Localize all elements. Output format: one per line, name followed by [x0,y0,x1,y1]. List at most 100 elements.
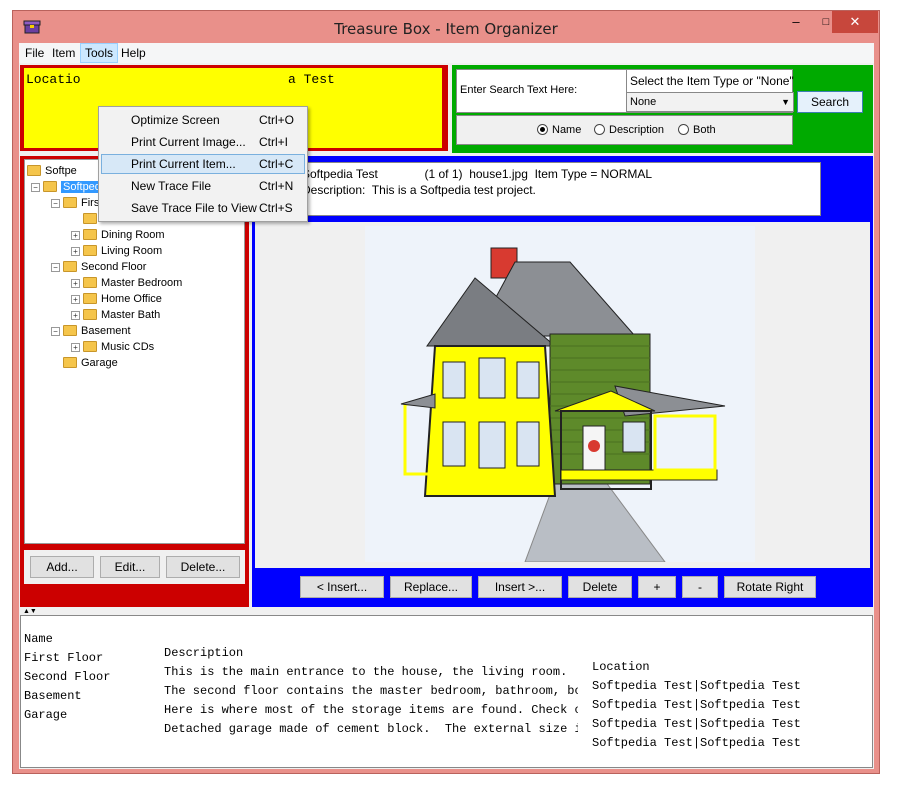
item-type-select[interactable]: None ▼ [626,92,794,112]
folder-icon [63,197,77,208]
close-button[interactable]: ✕ [832,11,878,33]
folder-icon [83,293,97,304]
menu-optimize-screen[interactable]: Optimize Screen Ctrl+O [101,110,305,130]
location-suffix: a Test [288,72,335,87]
header-description[interactable]: Description [164,646,578,660]
folder-icon [83,277,97,288]
radio-both[interactable]: Both [678,124,716,136]
tree-node[interactable]: − Basement [51,323,131,339]
menu-bar: File Item Tools Help [19,43,874,63]
menu-print-current-image[interactable]: Print Current Image... Ctrl+I [101,132,305,152]
tree-node[interactable]: + Master Bedroom [71,275,182,291]
delete-node-button[interactable]: Delete... [166,556,240,578]
menu-save-trace-file[interactable]: Save Trace File to View Ctrl+S [101,198,305,218]
tree-node[interactable]: − Second Floor [51,259,146,275]
item-description-line: Description: This is a Softpedia test pr… [302,183,536,197]
delete-image-button[interactable]: Delete [568,576,632,598]
folder-icon [43,181,57,192]
menu-new-trace-file[interactable]: New Trace File Ctrl+N [101,176,305,196]
cell-location: Softpedia Test|Softpedia Test [592,698,801,712]
cell-name: Garage [24,708,68,722]
zoom-out-button[interactable]: - [682,576,718,598]
cell-location: Softpedia Test|Softpedia Test [592,717,801,731]
search-panel: Enter Search Text Here: Select the Item … [452,65,873,153]
list-item[interactable]: Basement Here is where most of the stora… [24,675,801,731]
tree-node[interactable]: + Home Office [71,291,162,307]
expander-icon[interactable]: + [71,311,80,320]
menu-print-current-item[interactable]: Print Current Item... Ctrl+C [101,154,305,174]
expander-icon[interactable]: − [51,327,60,336]
expander-icon[interactable]: − [31,183,40,192]
chevron-down-icon[interactable]: ▼ [781,93,790,111]
menu-help[interactable]: Help [117,43,150,63]
folder-icon [83,309,97,320]
tree-node[interactable]: Garage [51,355,118,371]
cell-location: Softpedia Test|Softpedia Test [592,736,801,750]
item-info-box: Softpedia Test (1 of 1) house1.jpg Item … [298,162,821,216]
leaf-spacer [51,357,60,366]
header-location[interactable]: Location [592,660,650,674]
replace-button[interactable]: Replace... [390,576,472,598]
edit-button[interactable]: Edit... [100,556,160,578]
list-item[interactable]: Second Floor The second floor contains t… [24,656,801,712]
menu-file[interactable]: File [21,43,48,63]
item-panel: Softpedia Test (1 of 1) house1.jpg Item … [252,156,873,607]
item-type-value: None [630,96,657,108]
radio-empty-icon [678,124,689,135]
item-type-label: Select the Item Type or "None" [626,70,794,92]
tree-node-label: Master Bedroom [101,277,183,289]
cell-location: Softpedia Test|Softpedia Test [592,679,801,693]
add-button[interactable]: Add... [30,556,94,578]
tools-menu: Optimize Screen Ctrl+O Print Current Imag… [98,106,308,222]
folder-icon [83,245,97,256]
folder-icon [83,341,97,352]
folder-icon [83,229,97,240]
menu-item[interactable]: Item [48,43,79,63]
tree-node[interactable]: + Dining Room [71,227,165,243]
search-button[interactable]: Search [797,91,863,113]
cell-description: This is the main entrance to the house, … [164,665,578,679]
radio-description[interactable]: Description [594,124,664,136]
zoom-in-button[interactable]: + [638,576,676,598]
folder-icon [83,213,97,224]
tree-node[interactable]: + Living Room [71,243,162,259]
expander-icon[interactable]: + [71,247,80,256]
menu-tools[interactable]: Tools [80,43,119,63]
cell-description: Here is where most of the storage items … [164,703,578,717]
minimize-button[interactable]: – [781,11,811,33]
list-item[interactable]: First Floor This is the main entrance to… [24,637,801,693]
image-button-bar: < Insert... Replace... Insert >... Delet… [255,571,870,604]
tree-node[interactable]: + Music CDs [71,339,154,355]
expander-icon[interactable]: − [51,263,60,272]
expander-icon[interactable]: + [71,343,80,352]
insert-before-button[interactable]: < Insert... [300,576,384,598]
item-info-line: Softpedia Test (1 of 1) house1.jpg Item … [302,167,653,181]
tree-root[interactable]: Softpe [27,163,77,179]
tree-node[interactable]: + Master Bath [71,307,160,323]
tree-node-label: Music CDs [101,341,155,353]
radio-name[interactable]: Name [537,124,581,136]
house-illustration [400,247,726,563]
cell-description: Detached garage made of cement block. Th… [164,722,578,736]
expander-icon[interactable]: − [51,199,60,208]
tree-button-bar: Add... Edit... Delete... [24,550,245,584]
title-bar[interactable]: Treasure Box - Item Organizer – □ ✕ [13,11,879,45]
list-item[interactable]: Garage Detached garage made of cement bl… [24,694,801,750]
expander-icon[interactable]: + [71,231,80,240]
tree-node-label: Living Room [101,245,163,257]
expander-icon[interactable]: + [71,279,80,288]
expander-icon[interactable]: + [71,295,80,304]
tree-node-label: Home Office [101,293,162,305]
house-image[interactable] [365,226,755,563]
leaf-spacer [71,213,80,222]
tree-panel: Softpe −Softpedia Test−First FloorKitche… [20,156,249,607]
tree-node-label: Dining Room [101,229,165,241]
radio-empty-icon [594,124,605,135]
rotate-right-button[interactable]: Rotate Right [724,576,816,598]
search-input[interactable]: Enter Search Text Here: Select the Item … [456,69,794,113]
location-prefix: Locatio [26,72,81,87]
folder-icon [63,325,77,336]
insert-after-button[interactable]: Insert >... [478,576,562,598]
app-window: Treasure Box - Item Organizer – □ ✕ File… [12,10,880,774]
item-list[interactable]: Name Description Location First Floor Th… [20,615,873,768]
